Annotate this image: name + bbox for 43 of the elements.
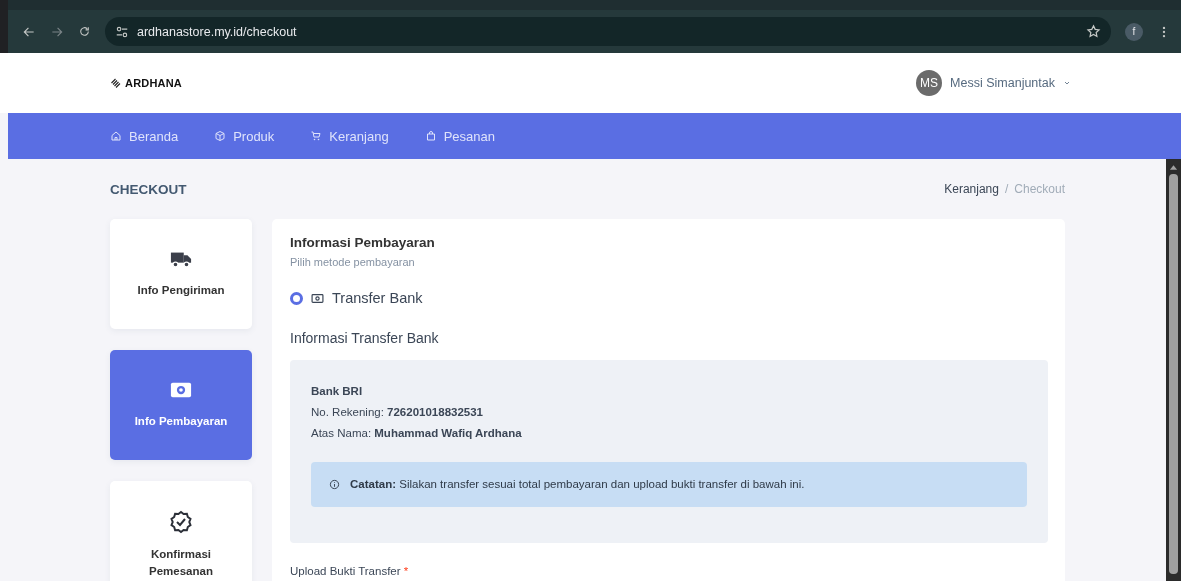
step-card[interactable]: Info Pembayaran (110, 350, 252, 460)
bank-name: Bank BRI (311, 384, 364, 399)
page-title: CHECKOUT (110, 181, 187, 197)
badge-check-icon (169, 509, 193, 534)
logo-text[interactable]: ARDHANA (125, 77, 182, 89)
address-bar[interactable]: ardhanastore.my.id/checkout (105, 17, 1111, 46)
info-icon (329, 479, 340, 490)
nav-link[interactable]: Produk (214, 128, 275, 144)
bookmark-star-icon (1086, 24, 1101, 39)
nav-link[interactable]: Pesanan (424, 128, 495, 144)
url-text: ardhanastore.my.id/checkout (137, 24, 297, 39)
cart-icon (310, 130, 323, 142)
home-icon (110, 130, 122, 142)
breadcrumb-link[interactable]: Keranjang (944, 182, 999, 196)
site-settings-icon (115, 24, 129, 39)
box-icon (214, 130, 227, 142)
note-text: Catatan: Silakan transfer sesuai total pembayaran dan upload bukti transfer di bawah ini. (350, 477, 805, 492)
user-menu[interactable]: MS Messi Simanjuntak (916, 70, 1071, 96)
scrollbar-thumb[interactable] (1169, 174, 1178, 574)
profile-avatar[interactable]: f (1125, 22, 1143, 41)
account-number: No. Rekening: 726201018832531 (311, 405, 484, 420)
option-label[interactable]: Transfer Bank (332, 290, 423, 306)
section-title: Informasi Pembayaran (290, 235, 436, 250)
account-holder: Atas Nama: Muhammad Wafiq Ardhana (311, 426, 523, 441)
breadcrumb-current: Checkout (1014, 182, 1065, 196)
step-card[interactable]: Konfirmasi Pemesanan (110, 481, 252, 581)
required-mark: * (403, 565, 409, 577)
banknote-icon (311, 291, 324, 305)
nav-link[interactable]: Keranjang (310, 128, 389, 144)
scroll-up-icon (1169, 163, 1178, 171)
upload-label: Upload Bukti Transfer (290, 565, 402, 577)
section-heading: Informasi Transfer Bank (290, 330, 440, 346)
user-avatar: MS (916, 70, 943, 96)
step-card[interactable]: Info Pengiriman (110, 219, 252, 329)
chevron-down-icon (1063, 79, 1071, 87)
reload-icon (78, 25, 91, 38)
logo-icon (110, 77, 122, 89)
radio-button[interactable] (290, 291, 303, 305)
section-subtitle: Pilih metode pembayaran (290, 256, 416, 268)
bag-icon (424, 130, 437, 142)
user-name: Messi Simanjuntak (950, 76, 1055, 90)
nav-link[interactable]: Beranda (110, 128, 179, 144)
breadcrumb-separator: / (1004, 182, 1009, 196)
